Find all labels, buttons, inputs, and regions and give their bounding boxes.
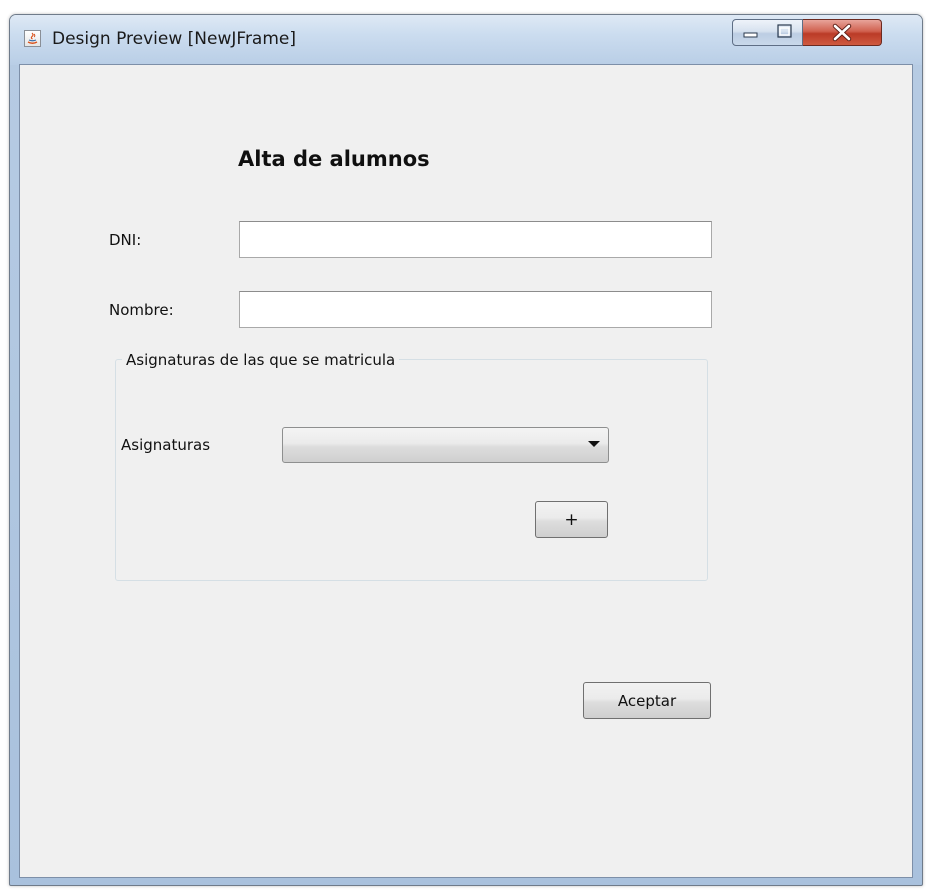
minimize-icon (743, 32, 758, 38)
maximize-icon (777, 24, 792, 38)
asignaturas-group-title: Asignaturas de las que se matricula (122, 351, 400, 369)
accept-button[interactable]: Aceptar (583, 682, 711, 719)
close-button[interactable] (803, 19, 882, 46)
content-panel: Alta de alumnos DNI: Nombre: Asignaturas… (19, 64, 913, 878)
nombre-label: Nombre: (109, 301, 174, 319)
dni-input[interactable] (239, 221, 712, 258)
minimize-button[interactable] (732, 19, 768, 46)
title-bar[interactable]: Design Preview [NewJFrame] (10, 15, 922, 65)
maximize-button[interactable] (767, 19, 803, 46)
asignaturas-group (115, 359, 708, 581)
chevron-down-icon (588, 441, 600, 447)
dni-label: DNI: (109, 231, 142, 249)
app-window: Design Preview [NewJFrame] Alta de alumn… (9, 14, 923, 886)
add-asignatura-button[interactable]: + (535, 501, 608, 538)
java-app-icon[interactable] (24, 30, 41, 47)
nombre-input[interactable] (239, 291, 712, 328)
close-icon (832, 23, 852, 42)
form-heading: Alta de alumnos (238, 147, 430, 171)
asignaturas-combobox[interactable] (282, 427, 609, 463)
asignaturas-label: Asignaturas (121, 436, 211, 454)
window-title: Design Preview [NewJFrame] (52, 29, 297, 49)
